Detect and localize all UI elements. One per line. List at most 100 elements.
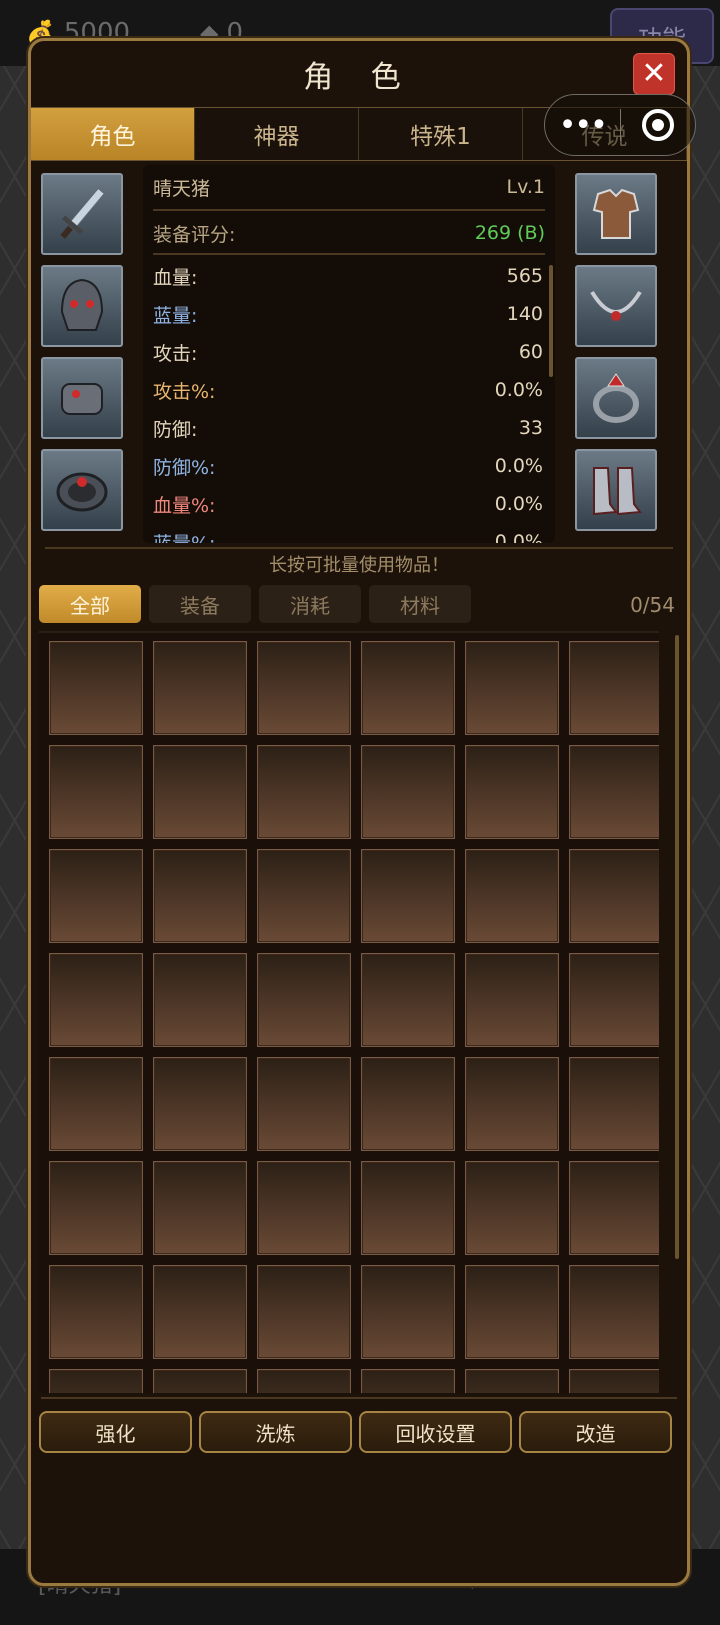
inventory-slot[interactable] xyxy=(465,745,559,839)
stat-value: 0.0% xyxy=(494,455,543,477)
inventory-slot[interactable] xyxy=(569,953,659,1047)
stat-value: 0.0% xyxy=(494,493,543,515)
inventory-slot[interactable] xyxy=(465,1161,559,1255)
filter-consumable[interactable]: 消耗 xyxy=(259,585,361,623)
inventory-slot[interactable] xyxy=(257,1369,351,1393)
inventory-slot[interactable] xyxy=(569,1265,659,1359)
reforge-button[interactable]: 改造 xyxy=(519,1411,672,1453)
inventory-slot[interactable] xyxy=(465,641,559,735)
inventory-slot[interactable] xyxy=(569,641,659,735)
stat-label: 防御%: xyxy=(153,456,216,479)
inventory-slot[interactable] xyxy=(49,1369,143,1393)
boots-icon xyxy=(593,467,642,516)
stat-label: 血量: xyxy=(153,266,198,289)
equip-slot-belt[interactable] xyxy=(41,449,123,531)
equip-slot-armor[interactable] xyxy=(575,173,657,255)
equip-slot-necklace[interactable] xyxy=(575,265,657,347)
inventory-slot[interactable] xyxy=(569,1369,659,1393)
inventory-slot[interactable] xyxy=(361,953,455,1047)
stat-row: 攻击%: 0.0% xyxy=(153,371,543,409)
inventory-slot[interactable] xyxy=(153,1265,247,1359)
inventory-slot[interactable] xyxy=(49,849,143,943)
stat-value: 0.0% xyxy=(494,379,543,401)
inventory-slot[interactable] xyxy=(361,745,455,839)
equip-slot-ring[interactable] xyxy=(575,357,657,439)
filter-all[interactable]: 全部 xyxy=(39,585,141,623)
stat-label: 蓝量%: xyxy=(153,529,215,544)
stat-row: 防御%: 0.0% xyxy=(153,447,543,485)
inventory-slot[interactable] xyxy=(361,1369,455,1393)
inventory-slot[interactable] xyxy=(257,1161,351,1255)
stat-label: 攻击%: xyxy=(153,380,216,403)
inventory-grid xyxy=(49,641,659,1393)
armor-icon xyxy=(592,188,640,239)
character-name: 晴天猪 xyxy=(153,177,211,200)
stat-label: 蓝量: xyxy=(153,304,198,327)
character-level: Lv.1 xyxy=(506,176,545,198)
inventory-slot[interactable] xyxy=(153,641,247,735)
inventory-slot[interactable] xyxy=(361,1265,455,1359)
inventory-slot[interactable] xyxy=(153,745,247,839)
equip-slot-bracer[interactable] xyxy=(41,357,123,439)
character-panel: 角 色 ✕ 角色 神器 特殊1 传说 xyxy=(28,38,690,1586)
stat-value: 0.0% xyxy=(494,531,543,543)
inventory-slot[interactable] xyxy=(49,1161,143,1255)
inventory-slot[interactable] xyxy=(257,745,351,839)
recycle-settings-button[interactable]: 回收设置 xyxy=(359,1411,512,1453)
inventory-slot[interactable] xyxy=(569,745,659,839)
stat-row: 防御: 33 xyxy=(153,409,543,447)
equip-slot-boots[interactable] xyxy=(575,449,657,531)
equip-slot-helmet[interactable] xyxy=(41,265,123,347)
more-menu-button[interactable]: ••• xyxy=(545,108,620,143)
stat-list[interactable]: 血量: 565 蓝量: 140 攻击: 60 攻击%: 0.0% 防御: 33 … xyxy=(153,257,543,543)
inventory-slot[interactable] xyxy=(257,1265,351,1359)
filter-equipment[interactable]: 装备 xyxy=(149,585,251,623)
tab-character[interactable]: 角色 xyxy=(31,108,195,160)
inventory-slot[interactable] xyxy=(465,953,559,1047)
inventory-slot[interactable] xyxy=(465,1265,559,1359)
tab-special1[interactable]: 特殊1 xyxy=(359,108,523,160)
action-bar: 强化 洗炼 回收设置 改造 xyxy=(39,1411,672,1453)
exit-mini-program-button[interactable] xyxy=(621,109,696,141)
inventory-slot[interactable] xyxy=(257,849,351,943)
inventory-slot[interactable] xyxy=(49,1265,143,1359)
inventory-slot[interactable] xyxy=(49,953,143,1047)
inventory-slot[interactable] xyxy=(257,1057,351,1151)
inventory-slot[interactable] xyxy=(49,1057,143,1151)
equip-slot-weapon[interactable] xyxy=(41,173,123,255)
inventory-slot[interactable] xyxy=(361,1057,455,1151)
inventory-grid-area[interactable] xyxy=(39,631,659,1393)
inventory-slot[interactable] xyxy=(361,641,455,735)
inventory-slot[interactable] xyxy=(361,1161,455,1255)
inventory-slot[interactable] xyxy=(361,849,455,943)
equip-score-value: 269 (B) xyxy=(474,222,545,244)
close-button[interactable]: ✕ xyxy=(633,53,675,95)
stat-label: 攻击: xyxy=(153,342,198,365)
inventory-slot[interactable] xyxy=(465,1369,559,1393)
inventory-slot[interactable] xyxy=(257,641,351,735)
stat-value: 60 xyxy=(518,341,543,363)
filter-material[interactable]: 材料 xyxy=(369,585,471,623)
refine-button[interactable]: 洗炼 xyxy=(199,1411,352,1453)
inventory-slot[interactable] xyxy=(569,849,659,943)
inventory-slot[interactable] xyxy=(153,1369,247,1393)
inventory-slot[interactable] xyxy=(49,745,143,839)
inventory-slot[interactable] xyxy=(569,1161,659,1255)
enhance-button[interactable]: 强化 xyxy=(39,1411,192,1453)
inventory-slot[interactable] xyxy=(153,849,247,943)
inventory-slot[interactable] xyxy=(153,1161,247,1255)
inventory-slot[interactable] xyxy=(569,1057,659,1151)
inventory-slot[interactable] xyxy=(257,953,351,1047)
inventory-slot[interactable] xyxy=(49,641,143,735)
inventory-slot[interactable] xyxy=(153,1057,247,1151)
inventory-slot[interactable] xyxy=(153,953,247,1047)
inventory-slot[interactable] xyxy=(465,849,559,943)
inventory-hint: 长按可批量使用物品！ xyxy=(269,555,449,576)
equip-score-label: 装备评分: xyxy=(153,223,236,246)
mini-program-capsule: ••• xyxy=(544,94,696,156)
tab-artifact[interactable]: 神器 xyxy=(195,108,359,160)
stats-scrollbar[interactable] xyxy=(549,265,553,377)
inventory-slot[interactable] xyxy=(465,1057,559,1151)
stat-value: 33 xyxy=(518,417,543,439)
inventory-scrollbar[interactable] xyxy=(675,635,679,1259)
